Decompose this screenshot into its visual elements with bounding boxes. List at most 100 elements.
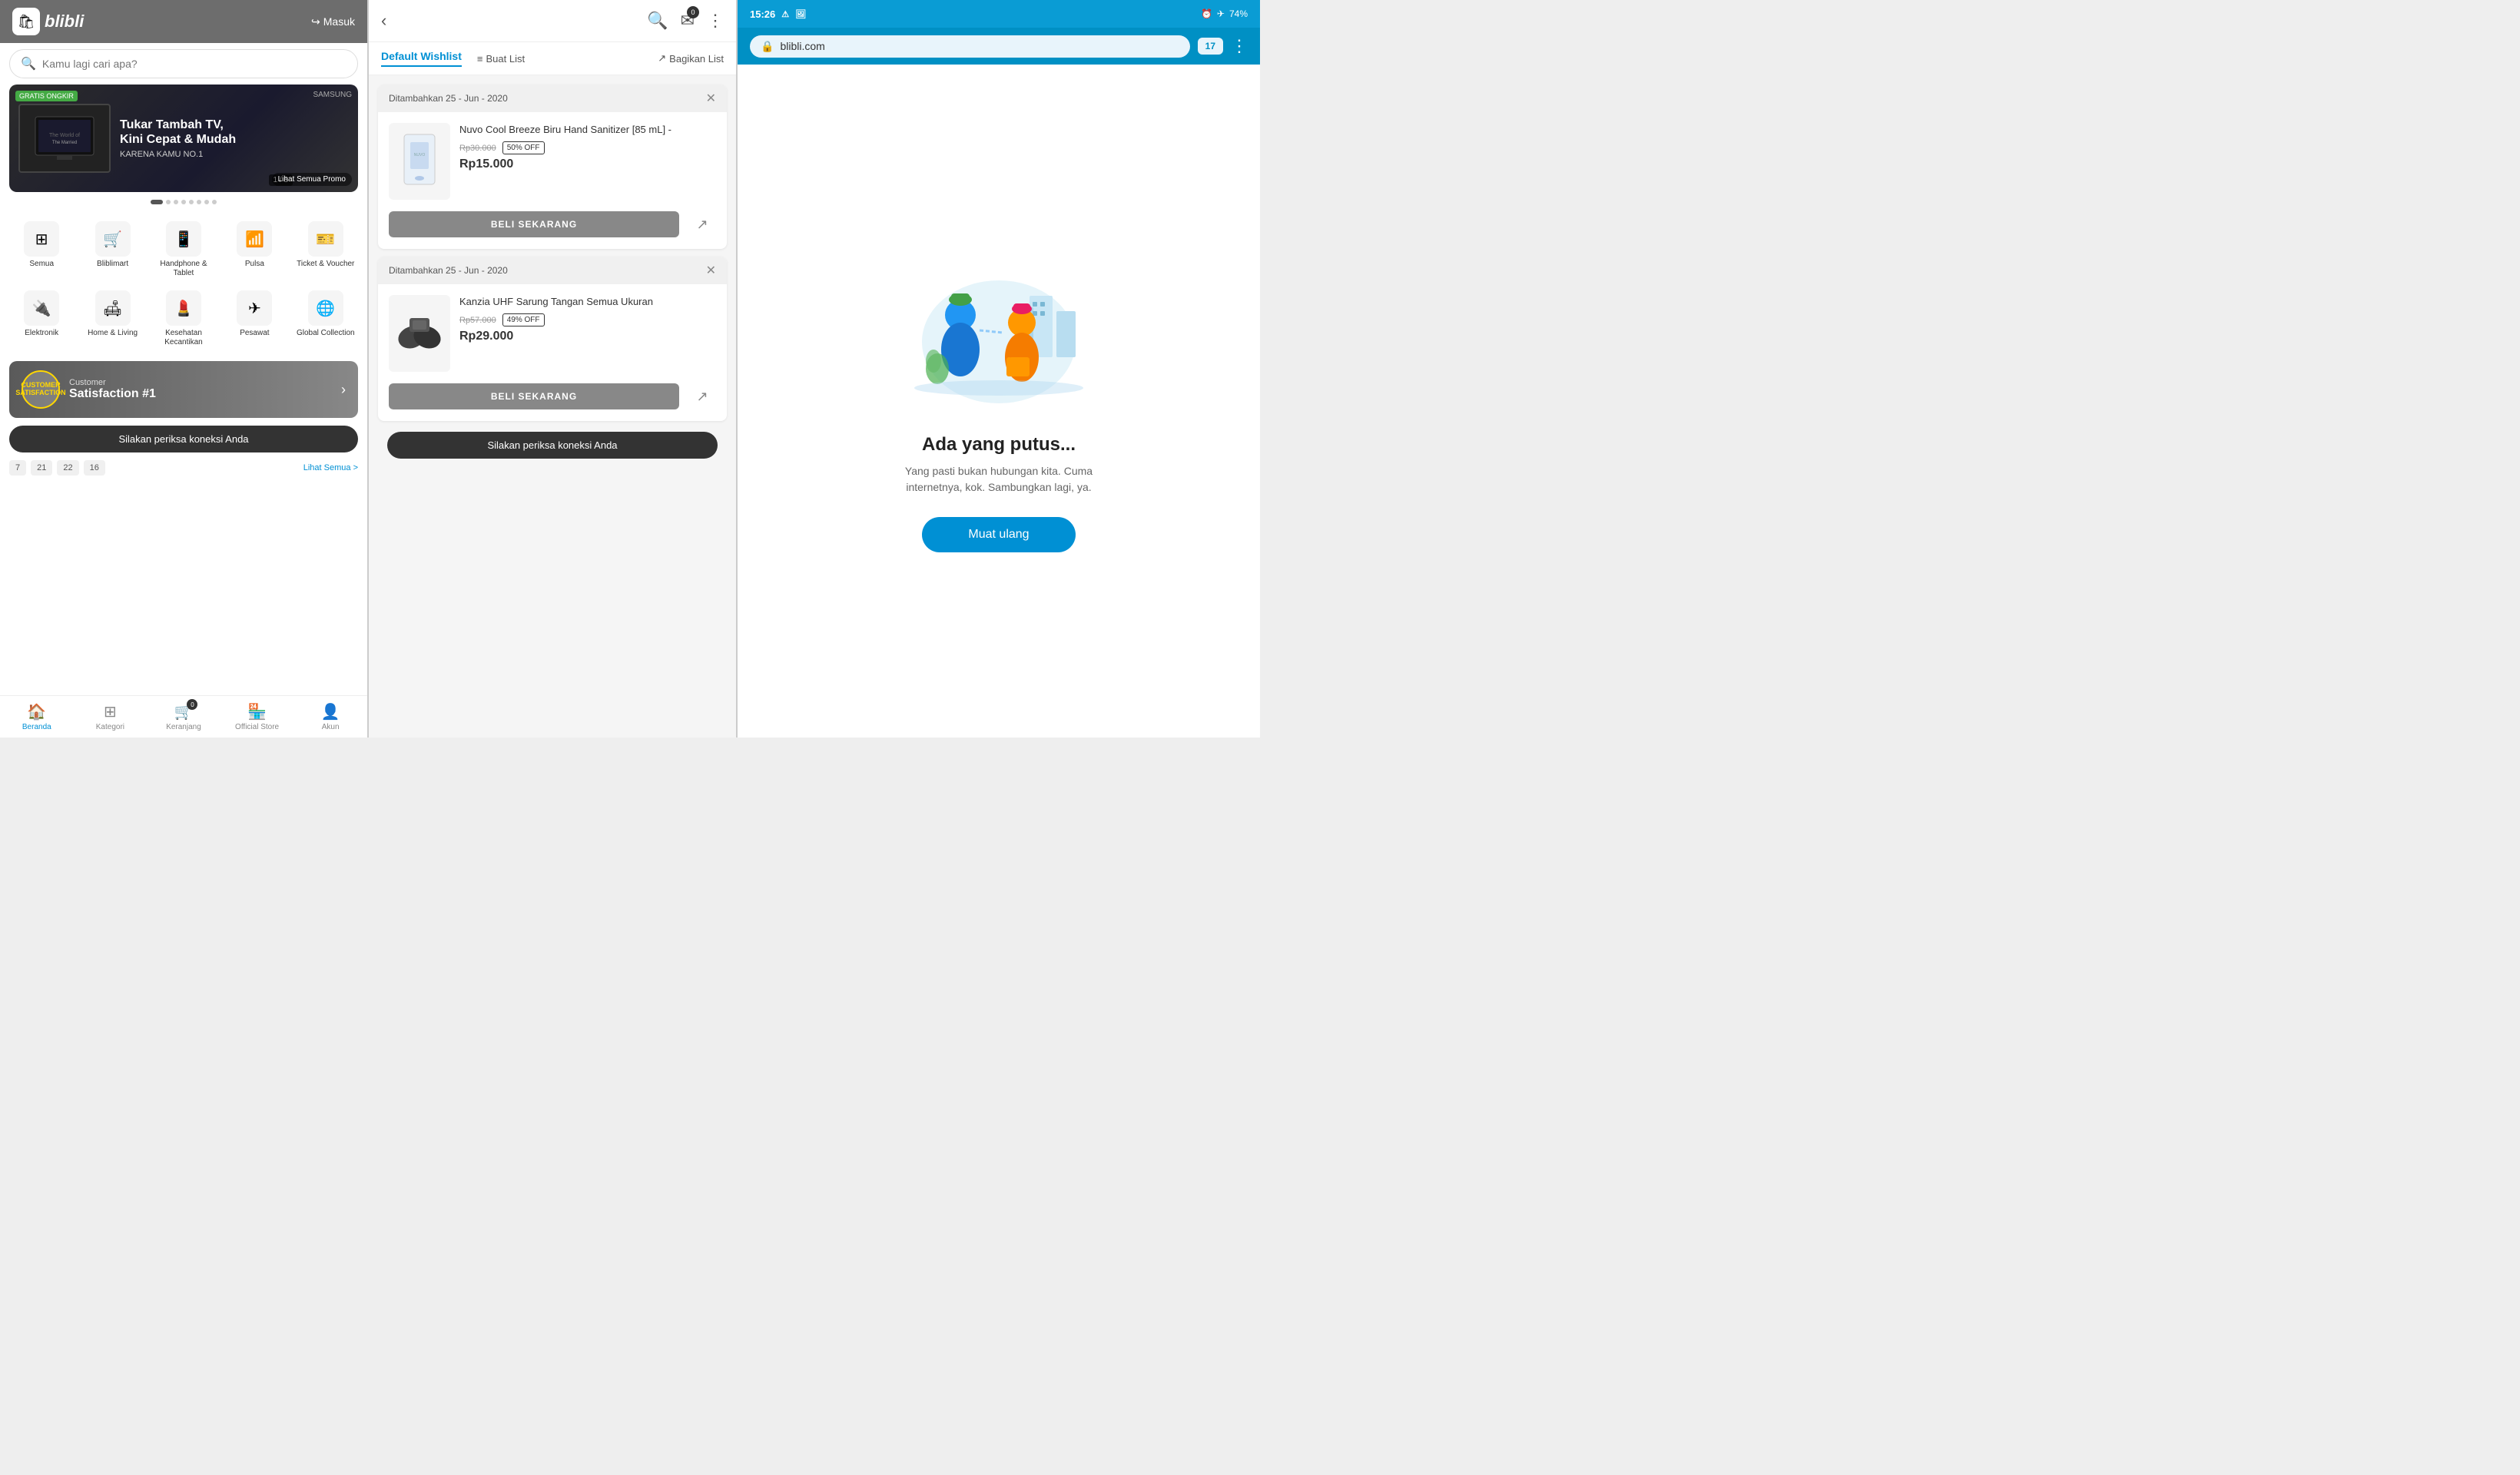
cat-ticket[interactable]: 🎫 Ticket & Voucher — [290, 215, 361, 284]
dot-3 — [174, 200, 178, 204]
akun-icon: 👤 — [321, 702, 340, 721]
masuk-button[interactable]: ↪ Masuk — [311, 15, 355, 28]
official-store-icon: 🏪 — [247, 702, 267, 721]
error-description: Yang pasti bukan hubungan kita. Cuma int… — [884, 463, 1114, 496]
back-button[interactable]: ‹ — [381, 11, 386, 31]
cat-pesawat[interactable]: ✈ Pesawat — [219, 284, 290, 353]
dot-8 — [212, 200, 217, 204]
satisfaction-banner[interactable]: CUSTOMERSATISFACTION Customer Satisfacti… — [9, 361, 358, 418]
share-button-1[interactable]: ↗ — [688, 210, 716, 238]
offline-notification: Silakan periksa koneksi Anda — [9, 426, 358, 452]
tab-default-wishlist[interactable]: Default Wishlist — [381, 50, 462, 67]
header-left: ‹ — [381, 11, 386, 31]
cat-pulsa[interactable]: 📶 Pulsa — [219, 215, 290, 284]
lihat-semua-link[interactable]: Lihat Semua > — [303, 463, 358, 472]
home-living-label: Home & Living — [88, 329, 138, 338]
product-info-1: Nuvo Cool Breeze Biru Hand Sanitizer [85… — [459, 123, 716, 200]
nav-akun[interactable]: 👤 Akun — [293, 696, 367, 738]
cat-home-living[interactable]: 🛋 Home & Living — [77, 284, 148, 353]
url-text: blibli.com — [780, 40, 824, 52]
close-item-2-button[interactable]: ✕ — [706, 263, 716, 278]
status-time: 15:26 ⚠ 🖼 — [750, 8, 806, 20]
browser-error-content: Ada yang putus... Yang pasti bukan hubun… — [738, 65, 1260, 738]
products-header: 7 21 22 16 Lihat Semua > — [0, 456, 367, 476]
cat-kesehatan[interactable]: 💄 Kesehatan Kecantikan — [148, 284, 219, 353]
semua-label: Semua — [29, 260, 54, 269]
close-item-1-button[interactable]: ✕ — [706, 91, 716, 106]
discount-badge-1: 50% OFF — [502, 141, 545, 154]
nav-kategori[interactable]: ⊞ Kategori — [74, 696, 148, 738]
kesehatan-label: Kesehatan Kecantikan — [151, 329, 216, 347]
nav-official-store[interactable]: 🏪 Official Store — [220, 696, 294, 738]
panel-browser: 15:26 ⚠ 🖼 ⏰ ✈ 74% 🔒 blibli.com 17 ⋮ — [738, 0, 1260, 738]
reload-button[interactable]: Muat ulang — [922, 517, 1075, 552]
semua-icon: ⊞ — [24, 221, 59, 257]
cart-badge: 0 — [687, 6, 699, 18]
pesawat-icon: ✈ — [237, 290, 272, 326]
wishlist-item-2-body: Kanzia UHF Sarung Tangan Semua Ukuran Rp… — [378, 284, 727, 383]
address-bar: 🔒 blibli.com 17 ⋮ — [738, 28, 1260, 65]
logo-text: blibli — [45, 12, 84, 31]
promo-button[interactable]: Lihat Semua Promo — [272, 173, 352, 186]
tv-image: The World of The Married — [18, 104, 111, 173]
wishlist-date-2: Ditambahkan 25 - Jun - 2020 — [389, 265, 508, 276]
cart-icon-wrap[interactable]: ✉ 0 — [681, 11, 695, 31]
wishlist-date-1: Ditambahkan 25 - Jun - 2020 — [389, 93, 508, 104]
bottom-navigation: 🏠 Beranda ⊞ Kategori 🛒 0 Keranjang 🏪 Off… — [0, 695, 367, 738]
pulsa-icon: 📶 — [237, 221, 272, 257]
pulsa-label: Pulsa — [245, 260, 264, 269]
dot-6 — [197, 200, 201, 204]
kategori-icon: ⊞ — [104, 702, 117, 721]
satisfaction-text: Customer Satisfaction #1 — [69, 378, 156, 401]
tabs-count-badge[interactable]: 17 — [1198, 38, 1223, 55]
cat-semua[interactable]: ⊞ Semua — [6, 215, 77, 284]
card-actions-2: BELI SEKARANG ↗ — [378, 383, 727, 421]
price-original-2: Rp57.000 — [459, 316, 496, 325]
wishlist-header: ‹ 🔍 ✉ 0 ⋮ — [369, 0, 736, 42]
panel-blibli-app: 🛍 blibli ↪ Masuk 🔍 GRATIS ONGKIR SAMSUNG… — [0, 0, 369, 738]
handphone-label: Handphone & Tablet — [151, 260, 216, 278]
home-icon: 🏠 — [27, 702, 46, 721]
promo-banner[interactable]: GRATIS ONGKIR SAMSUNG The World of The M… — [9, 85, 358, 192]
price-current-1: Rp15.000 — [459, 157, 716, 171]
product-name-2: Kanzia UHF Sarung Tangan Semua Ukuran — [459, 295, 716, 309]
cat-elektronik[interactable]: 🔌 Elektronik — [6, 284, 77, 353]
more-button[interactable]: ⋮ — [707, 11, 724, 31]
nav-beranda[interactable]: 🏠 Beranda — [0, 696, 74, 738]
satisfaction-badge-icon: CUSTOMERSATISFACTION — [22, 370, 60, 409]
samsung-badge: SAMSUNG — [313, 91, 352, 99]
wishlist-item-2: Ditambahkan 25 - Jun - 2020 ✕ Kanzia UHF… — [378, 257, 727, 421]
cat-handphone[interactable]: 📱 Handphone & Tablet — [148, 215, 219, 284]
svg-text:NUVO: NUVO — [414, 153, 426, 157]
browser-status-bar: 15:26 ⚠ 🖼 ⏰ ✈ 74% — [738, 0, 1260, 28]
blibli-logo: 🛍 blibli — [12, 8, 84, 35]
wishlist-tabs: Default Wishlist ≡ Buat List ↗ Bagikan L… — [369, 42, 736, 75]
cat-global[interactable]: 🌐 Global Collection — [290, 284, 361, 353]
panel-wishlist: ‹ 🔍 ✉ 0 ⋮ Default Wishlist ≡ Buat List ↗… — [369, 0, 738, 738]
url-input[interactable]: 🔒 blibli.com — [750, 35, 1190, 58]
search-bar[interactable]: 🔍 — [9, 49, 358, 78]
wishlist-item-1-header: Ditambahkan 25 - Jun - 2020 ✕ — [378, 85, 727, 112]
list-icon: ≡ — [477, 53, 483, 65]
share-tab-icon: ↗ — [658, 52, 666, 65]
bliblimart-icon: 🛒 — [95, 221, 131, 257]
offline-notification-wishlist: Silakan periksa koneksi Anda — [387, 432, 718, 459]
cat-bliblimart[interactable]: 🛒 Bliblimart — [77, 215, 148, 284]
product-image-2 — [389, 295, 450, 372]
price-current-2: Rp29.000 — [459, 330, 716, 343]
browser-more-button[interactable]: ⋮ — [1231, 36, 1248, 56]
alarm-icon: ⏰ — [1201, 8, 1212, 19]
product-name-1: Nuvo Cool Breeze Biru Hand Sanitizer [85… — [459, 123, 716, 137]
buat-list-button[interactable]: ≡ Buat List — [477, 53, 525, 65]
share-button-2[interactable]: ↗ — [688, 383, 716, 410]
bliblimart-label: Bliblimart — [97, 260, 128, 269]
buy-button-1[interactable]: BELI SEKARANG — [389, 211, 679, 237]
kesehatan-icon: 💄 — [166, 290, 201, 326]
nav-keranjang[interactable]: 🛒 0 Keranjang — [147, 696, 220, 738]
search-button[interactable]: 🔍 — [647, 11, 668, 31]
bagikan-list-button[interactable]: ↗ Bagikan List — [658, 52, 724, 65]
svg-text:The World of: The World of — [49, 133, 80, 138]
buy-button-2[interactable]: BELI SEKARANG — [389, 383, 679, 409]
product-image-1: NUVO — [389, 123, 450, 200]
search-input[interactable] — [42, 58, 346, 70]
